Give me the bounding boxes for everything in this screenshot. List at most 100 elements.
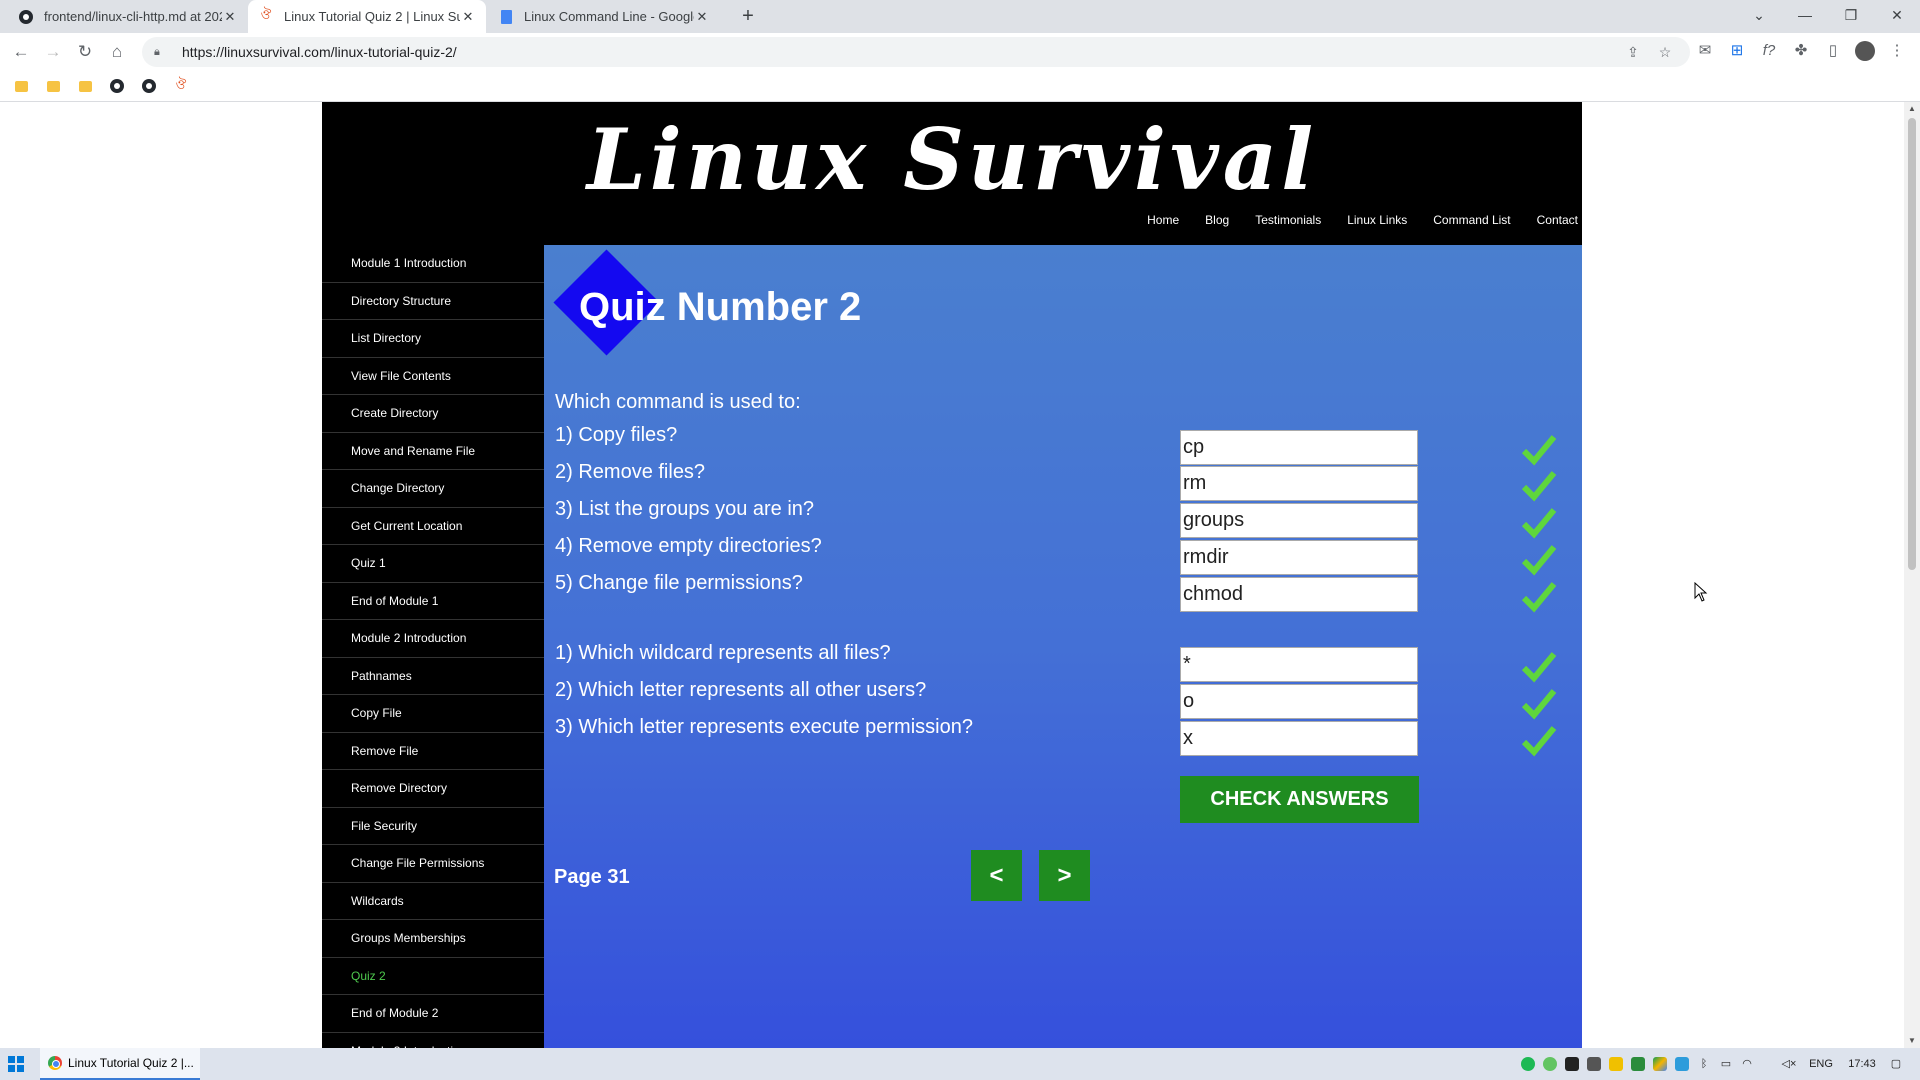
side-panel-icon[interactable]: ▯ (1820, 38, 1846, 64)
quiz-content: Quiz Number 2 Which command is used to: … (544, 245, 1582, 1048)
taskbar-chrome-window[interactable]: Linux Tutorial Quiz 2 |... (40, 1048, 200, 1080)
tab-search-icon[interactable]: ⌄ (1736, 0, 1782, 33)
restore-button[interactable]: ❐ (1828, 0, 1874, 33)
tray-app-icon[interactable] (1631, 1057, 1645, 1071)
google-drive-icon[interactable] (1653, 1057, 1667, 1071)
mail-icon[interactable]: ✉ (1692, 38, 1718, 64)
sidebar-item[interactable]: List Directory (322, 320, 544, 358)
home-icon[interactable]: ⌂ (104, 39, 130, 65)
top-nav: Home Blog Testimonials Linux Links Comma… (1121, 213, 1578, 227)
language-indicator[interactable]: ENG (1806, 1056, 1836, 1072)
forward-icon[interactable]: → (40, 39, 66, 65)
windows-start-icon[interactable] (8, 1056, 24, 1072)
sidebar-item[interactable]: Change File Permissions (322, 845, 544, 883)
sidebar-item[interactable]: Create Directory (322, 395, 544, 433)
sidebar-item[interactable]: View File Contents (322, 358, 544, 395)
lock-tray-icon[interactable] (1587, 1057, 1601, 1071)
next-page-button[interactable]: > (1039, 850, 1090, 901)
new-tab-button[interactable]: + (736, 4, 760, 28)
nav-linux-links[interactable]: Linux Links (1347, 213, 1407, 227)
sidebar-item[interactable]: Directory Structure (322, 283, 544, 320)
check-answers-button[interactable]: CHECK ANSWERS (1180, 776, 1419, 823)
tray-app-icon[interactable] (1675, 1057, 1689, 1071)
sidebar-item[interactable]: File Security (322, 808, 544, 845)
scroll-up-icon[interactable]: ▲ (1904, 102, 1920, 116)
spotify-icon[interactable] (1521, 1057, 1535, 1071)
bookmark-star-icon[interactable]: ☆ (1654, 41, 1676, 63)
bookmark-github-icon[interactable] (109, 78, 125, 94)
check-icon (1521, 652, 1557, 683)
close-icon[interactable]: ✕ (694, 9, 710, 25)
volume-icon[interactable]: ◁× (1781, 1056, 1797, 1072)
battery-icon[interactable]: ▭ (1717, 1056, 1735, 1072)
sidebar-item[interactable]: Get Current Location (322, 508, 544, 545)
address-bar[interactable]: 🔒︎ https://linuxsurvival.com/linux-tutor… (142, 37, 1690, 67)
tray-app-icon[interactable] (1543, 1057, 1557, 1071)
bookmark-folder-icon[interactable] (45, 78, 61, 94)
close-window-button[interactable]: ✕ (1874, 0, 1920, 33)
answer-input[interactable]: rmdir (1180, 540, 1418, 575)
sidebar-item[interactable]: Wildcards (322, 883, 544, 920)
page-scrollbar[interactable]: ▲ ▼ (1904, 102, 1920, 1048)
notifications-icon[interactable]: ▢ (1888, 1056, 1904, 1072)
tray-app-icon[interactable] (1565, 1057, 1579, 1071)
answer-input[interactable]: * (1180, 647, 1418, 682)
tab-linux-survival[interactable]: ঔ Linux Tutorial Quiz 2 | Linux Surv ✕ (248, 0, 486, 33)
tray-app-icon[interactable] (1609, 1057, 1623, 1071)
answer-input[interactable]: rm (1180, 466, 1418, 501)
bookmark-linuxsurvival-icon[interactable]: ঔ (173, 77, 189, 94)
nav-command-list[interactable]: Command List (1433, 213, 1510, 227)
previous-page-button[interactable]: < (971, 850, 1022, 901)
answer-input[interactable]: x (1180, 721, 1418, 756)
back-icon[interactable]: ← (8, 39, 34, 65)
bookmarks-bar: ঔ (0, 70, 1920, 102)
page-viewport: Linux Survival Home Blog Testimonials Li… (0, 102, 1904, 1048)
bookmark-folder-icon[interactable] (77, 78, 93, 94)
google-docs-icon (498, 9, 514, 25)
tab-github[interactable]: frontend/linux-cli-http.md at 202 ✕ (8, 0, 248, 33)
sidebar-item[interactable]: Move and Rename File (322, 433, 544, 470)
answer-input[interactable]: o (1180, 684, 1418, 719)
tab-google-docs[interactable]: Linux Command Line - Google D ✕ (488, 0, 720, 33)
sidebar-item[interactable]: Remove Directory (322, 770, 544, 808)
site-logo[interactable]: Linux Survival (322, 110, 1582, 209)
extensions-icon[interactable]: ✤ (1788, 38, 1814, 64)
reload-icon[interactable]: ↻ (72, 39, 98, 65)
sidebar-item[interactable]: Quiz 1 (322, 545, 544, 583)
sidebar-item[interactable]: Groups Memberships (322, 920, 544, 958)
translate-icon[interactable]: ⊞ (1724, 38, 1750, 64)
close-icon[interactable]: ✕ (460, 9, 476, 25)
nav-testimonials[interactable]: Testimonials (1255, 213, 1321, 227)
sidebar-item[interactable]: Module 2 Introduction (322, 620, 544, 658)
check-icon (1521, 726, 1557, 757)
sidebar-item[interactable]: Remove File (322, 733, 544, 770)
tab-title: frontend/linux-cli-http.md at 202 (44, 9, 222, 24)
sidebar-item[interactable]: Copy File (322, 695, 544, 733)
share-icon[interactable]: ⇪ (1622, 41, 1644, 63)
sidebar-item[interactable]: Module 3 Introduction (322, 1033, 544, 1049)
bookmark-github-icon[interactable] (141, 78, 157, 94)
nav-home[interactable]: Home (1147, 213, 1179, 227)
sidebar-item[interactable]: Change Directory (322, 470, 544, 508)
bookmark-folder-icon[interactable] (13, 78, 29, 94)
formula-icon[interactable]: f? (1756, 38, 1782, 64)
sidebar-item[interactable]: Module 1 Introduction (322, 245, 544, 283)
close-icon[interactable]: ✕ (222, 9, 238, 25)
sidebar-item[interactable]: End of Module 1 (322, 583, 544, 620)
bluetooth-icon[interactable]: ᛒ (1697, 1056, 1711, 1072)
nav-contact[interactable]: Contact (1537, 213, 1578, 227)
wifi-icon[interactable]: ◠ (1739, 1056, 1755, 1072)
clock[interactable]: 17:43 (1846, 1056, 1878, 1072)
nav-blog[interactable]: Blog (1205, 213, 1229, 227)
sidebar-item[interactable]: Pathnames (322, 658, 544, 695)
minimize-button[interactable]: — (1782, 0, 1828, 33)
answer-input[interactable]: chmod (1180, 577, 1418, 612)
menu-icon[interactable]: ⋮ (1884, 38, 1910, 64)
sidebar-item[interactable]: End of Module 2 (322, 995, 544, 1033)
scroll-down-icon[interactable]: ▼ (1904, 1034, 1920, 1048)
scrollbar-thumb[interactable] (1908, 118, 1916, 570)
profile-avatar[interactable] (1852, 38, 1878, 64)
answer-input[interactable]: groups (1180, 503, 1418, 538)
sidebar-item-current[interactable]: Quiz 2 (322, 958, 544, 995)
answer-input[interactable]: cp (1180, 430, 1418, 465)
